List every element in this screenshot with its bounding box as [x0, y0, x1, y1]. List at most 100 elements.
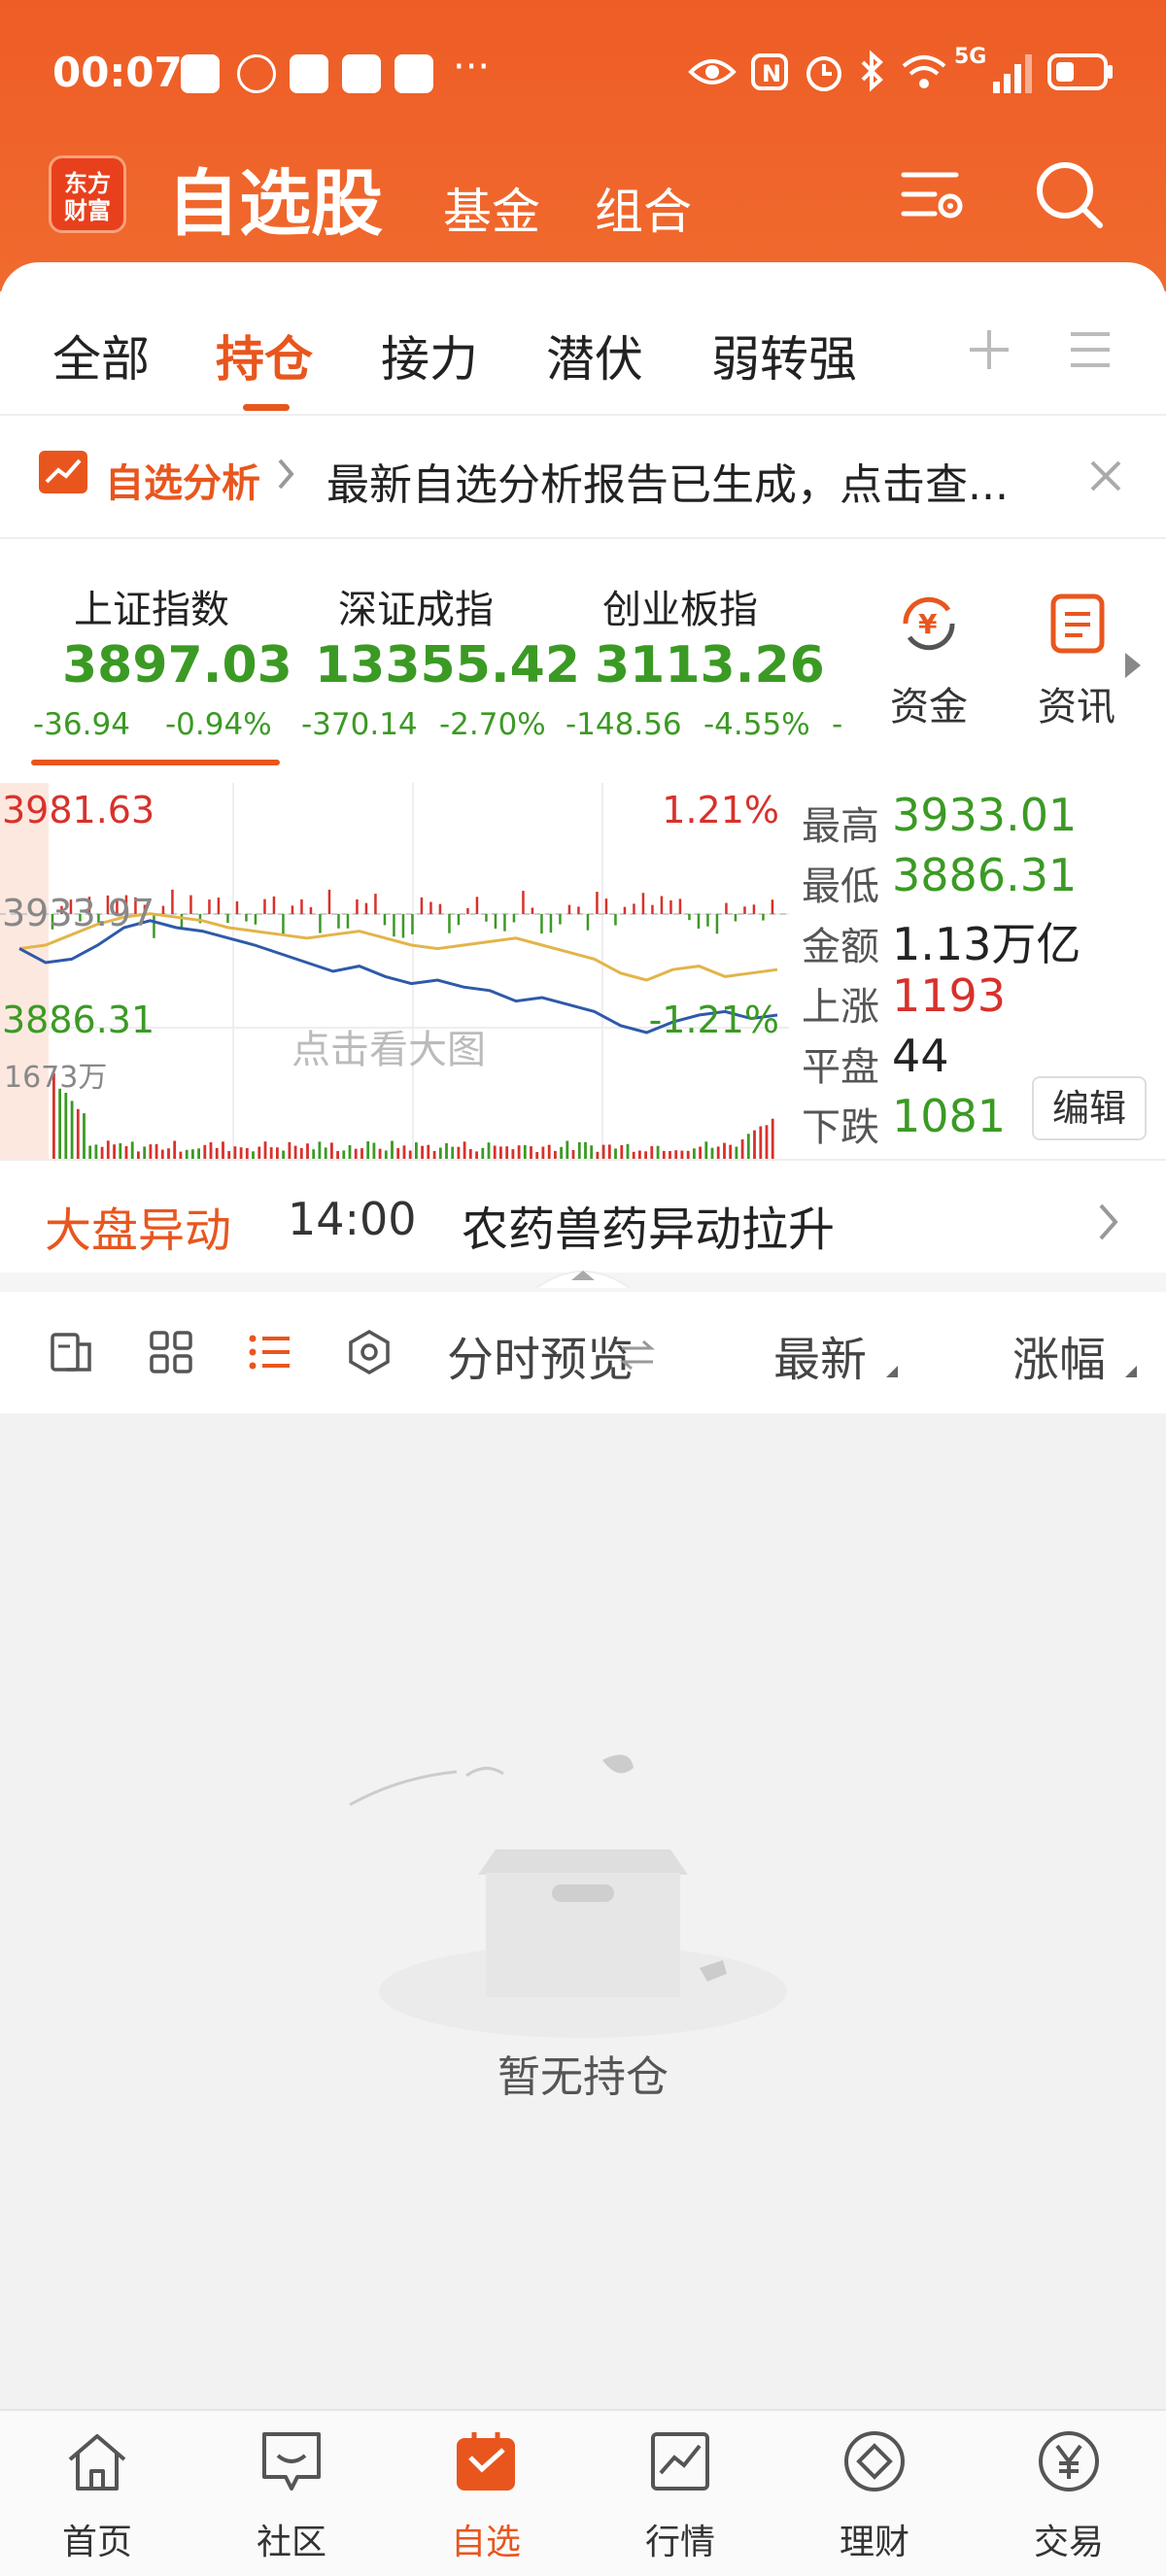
edit-button[interactable]: 编辑 [1032, 1076, 1147, 1140]
breadth-bar [282, 914, 285, 935]
list-settings-icon[interactable] [896, 157, 970, 231]
breadth-bar [291, 905, 294, 914]
tab-all[interactable]: 全部 [52, 321, 150, 390]
breadth-bar [559, 914, 562, 925]
volume-bar [113, 1144, 116, 1160]
intraday-chart-svg [0, 783, 789, 1160]
breadth-bar [346, 914, 350, 929]
market-alert-tag[interactable]: 大盘异动 [45, 1192, 231, 1260]
volume-bar [119, 1143, 122, 1160]
news-button-label[interactable]: 资讯 [1038, 675, 1115, 731]
analysis-banner-text[interactable]: 最新自选分析报告已生成，点击查... [326, 450, 1009, 512]
breadth-bar [411, 914, 414, 934]
stat-down-value: 1081 [892, 1090, 1007, 1142]
breadth-bar [669, 899, 672, 914]
target-view-icon[interactable] [346, 1329, 393, 1379]
volume-bar [421, 1145, 424, 1160]
tab-weak-to-strong[interactable]: 弱转强 [711, 321, 857, 390]
breadth-bar [429, 901, 432, 914]
funds-yen-icon[interactable]: ¥ [894, 589, 964, 662]
intraday-chart[interactable]: 3981.63 1.21% 3933.97 3886.31 -1.21% 167… [0, 783, 789, 1160]
volume-bar [288, 1141, 292, 1160]
sort-caret-icon[interactable] [884, 1364, 900, 1383]
market-alert-text[interactable]: 农药兽药异动拉升 [462, 1191, 835, 1259]
app-notification-icon [237, 54, 276, 93]
volume-bar [457, 1146, 461, 1160]
volume-bar [650, 1146, 654, 1160]
nfc-icon: N [750, 52, 789, 101]
volume-bar [771, 1118, 774, 1160]
volume-bar [530, 1146, 532, 1160]
volume-bar [584, 1141, 587, 1160]
preview-toggle-label[interactable]: 分时预览 [447, 1321, 634, 1389]
search-icon[interactable] [1032, 157, 1106, 231]
sort-change-label[interactable]: 涨幅 [1012, 1321, 1106, 1389]
volume-bar [620, 1144, 624, 1160]
tab-relay[interactable]: 接力 [381, 321, 478, 390]
breadth-bar [743, 906, 746, 914]
breadth-bar [725, 902, 728, 914]
breadth-bar [438, 903, 442, 914]
chart-highlight-band [0, 783, 49, 1160]
index-more-mark: - [832, 707, 843, 742]
volume-bar [541, 1146, 545, 1160]
breadth-bar [549, 914, 553, 933]
volume-bar [626, 1143, 630, 1160]
volume-bar [566, 1140, 569, 1160]
breadth-bar [522, 891, 525, 914]
volume-bar [499, 1146, 502, 1160]
menu-icon[interactable] [1067, 328, 1114, 375]
breadth-bar [604, 898, 608, 914]
breadth-bar [189, 895, 192, 914]
volume-bar [173, 1140, 177, 1160]
breadth-bar [364, 902, 368, 914]
breadth-bar [226, 914, 229, 924]
analysis-tag[interactable]: 自选分析 [105, 452, 260, 508]
collapse-handle-icon[interactable] [525, 1261, 641, 1290]
app-logo[interactable]: 东方 财富 [49, 155, 126, 233]
breadth-bar [448, 914, 451, 933]
stat-up-value: 1193 [892, 969, 1007, 1022]
breadth-bar [254, 914, 257, 925]
breadth-bar [272, 896, 276, 914]
breadth-bar [161, 905, 165, 914]
volume-bar [740, 1139, 744, 1160]
breadth-bar [180, 914, 184, 929]
breadth-bar [586, 914, 590, 931]
funds-button-label[interactable]: 资金 [890, 675, 968, 731]
status-bar: 00:07 ··· N 5G [52, 45, 1114, 103]
fund-link[interactable]: 基金 [443, 173, 540, 243]
breadth-bar [762, 914, 765, 921]
bottom-nav [0, 2409, 1166, 2576]
analysis-chart-icon [37, 449, 89, 499]
grid-view-icon[interactable] [148, 1329, 194, 1379]
volume-bar [451, 1146, 455, 1160]
watchlist-icon [457, 2432, 515, 2491]
news-doc-icon[interactable] [1049, 593, 1108, 659]
sort-latest-label[interactable]: 最新 [773, 1321, 867, 1389]
sort-caret-icon[interactable] [1123, 1364, 1139, 1383]
tab-holdings[interactable]: 持仓 [216, 321, 313, 390]
chart-overlay-text[interactable]: 点击看大图 [292, 1018, 486, 1074]
index-percent: -4.55% [703, 707, 810, 742]
tab-ambush[interactable]: 潜伏 [546, 321, 643, 390]
breadth-bar [300, 899, 303, 914]
volume-bar [523, 1145, 527, 1160]
swap-icon[interactable] [618, 1339, 657, 1375]
card-view-icon[interactable] [49, 1329, 95, 1379]
breadth-bar [235, 901, 239, 914]
volume-bar [487, 1142, 491, 1160]
chart-high-pct: 1.21% [662, 789, 779, 831]
list-view-icon[interactable] [247, 1329, 293, 1379]
breadth-bar [327, 889, 331, 914]
volume-bar [154, 1143, 158, 1160]
volume-bar [318, 1141, 322, 1160]
portfolio-link[interactable]: 组合 [595, 173, 692, 243]
close-icon[interactable] [1088, 458, 1123, 497]
scroll-right-icon[interactable] [1121, 651, 1145, 684]
volume-bar [209, 1142, 213, 1160]
add-icon[interactable] [966, 326, 1012, 377]
chevron-right-icon[interactable] [1096, 1201, 1121, 1247]
breadth-bar [171, 889, 174, 914]
volume-bar [94, 1144, 98, 1160]
